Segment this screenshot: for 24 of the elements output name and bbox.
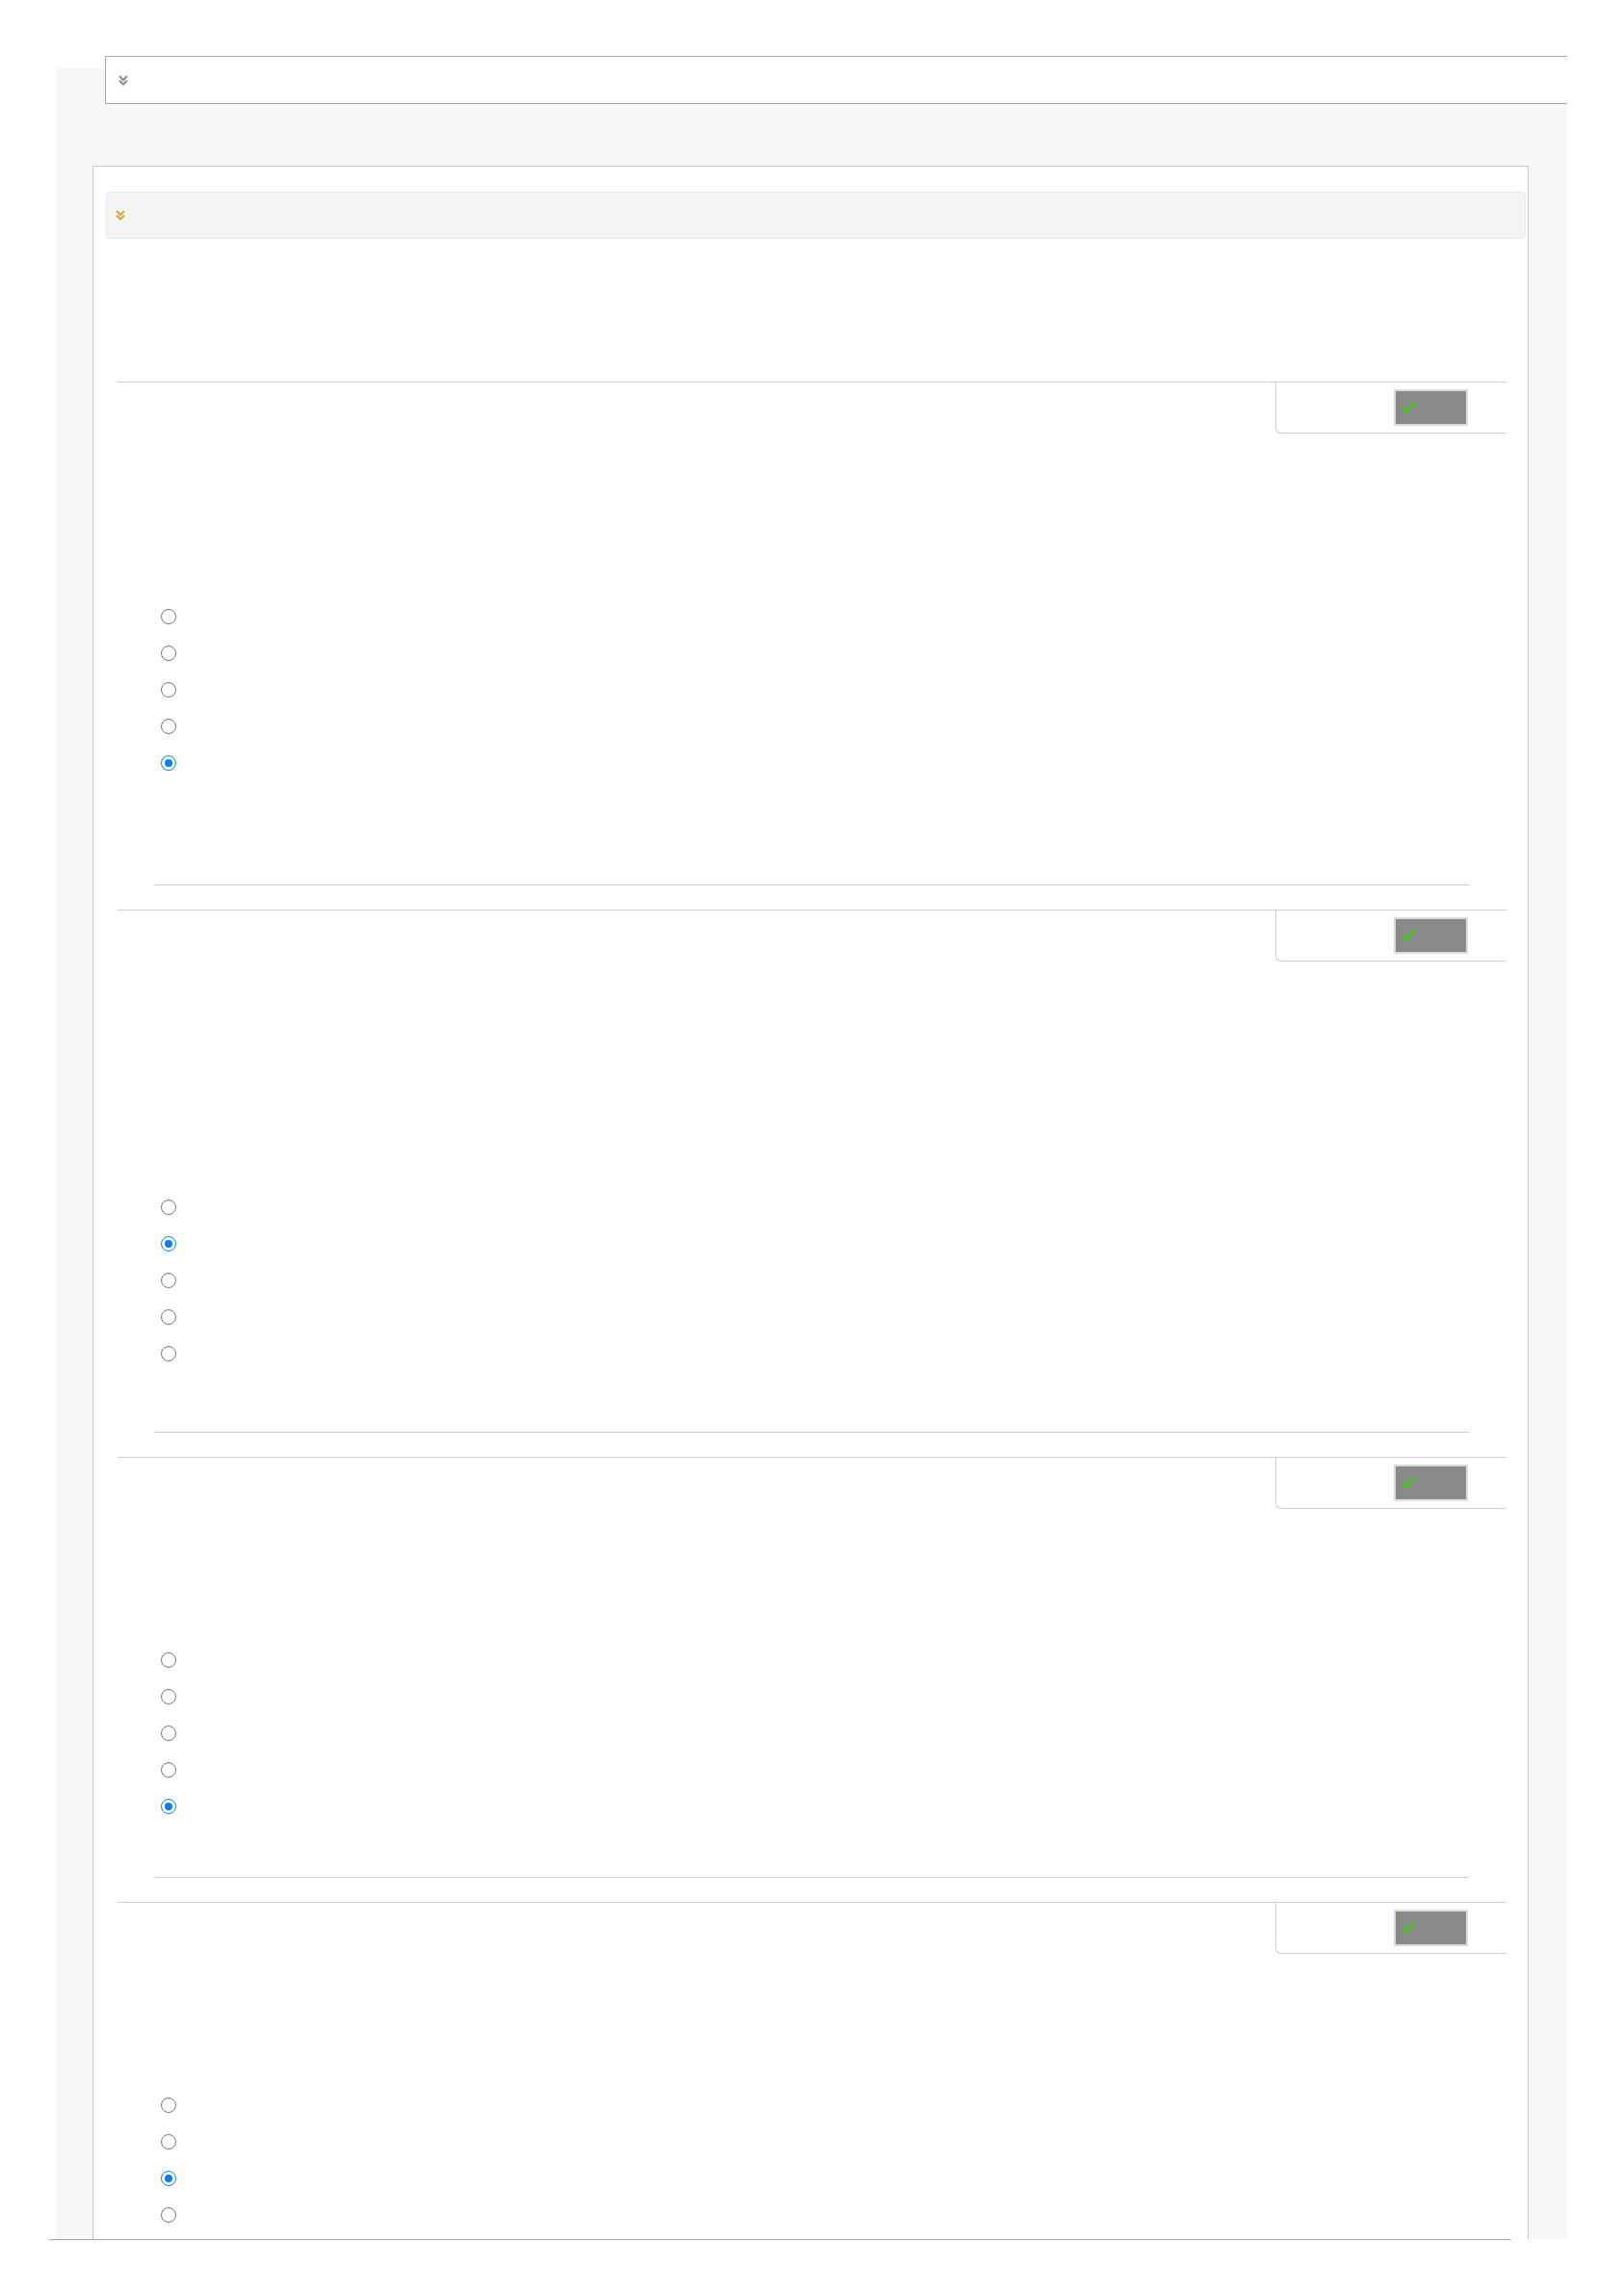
radio-button[interactable] xyxy=(161,1762,176,1778)
radio-button[interactable] xyxy=(161,1273,176,1288)
radio-button[interactable] xyxy=(161,1309,176,1325)
check-button[interactable] xyxy=(1394,389,1468,426)
radio-button[interactable] xyxy=(161,755,176,771)
radio-button[interactable] xyxy=(161,1346,176,1361)
check-button[interactable] xyxy=(1394,1464,1468,1501)
radio-button[interactable] xyxy=(161,682,176,698)
radio-button[interactable] xyxy=(161,719,176,734)
double-chevron-icon[interactable] xyxy=(118,74,128,86)
radio-button[interactable] xyxy=(161,2207,176,2223)
radio-button[interactable] xyxy=(161,609,176,624)
radio-button[interactable] xyxy=(161,2171,176,2186)
radio-button[interactable] xyxy=(161,2134,176,2150)
check-button[interactable] xyxy=(1394,917,1468,954)
radio-button[interactable] xyxy=(161,1236,176,1252)
radio-button[interactable] xyxy=(161,646,176,661)
radio-button[interactable] xyxy=(161,1726,176,1741)
check-button[interactable] xyxy=(1394,1910,1468,1946)
radio-button[interactable] xyxy=(161,1652,176,1668)
radio-button[interactable] xyxy=(161,1689,176,1704)
radio-button[interactable] xyxy=(161,1200,176,1215)
radio-button[interactable] xyxy=(161,1799,176,1814)
radio-button[interactable] xyxy=(161,2097,176,2113)
